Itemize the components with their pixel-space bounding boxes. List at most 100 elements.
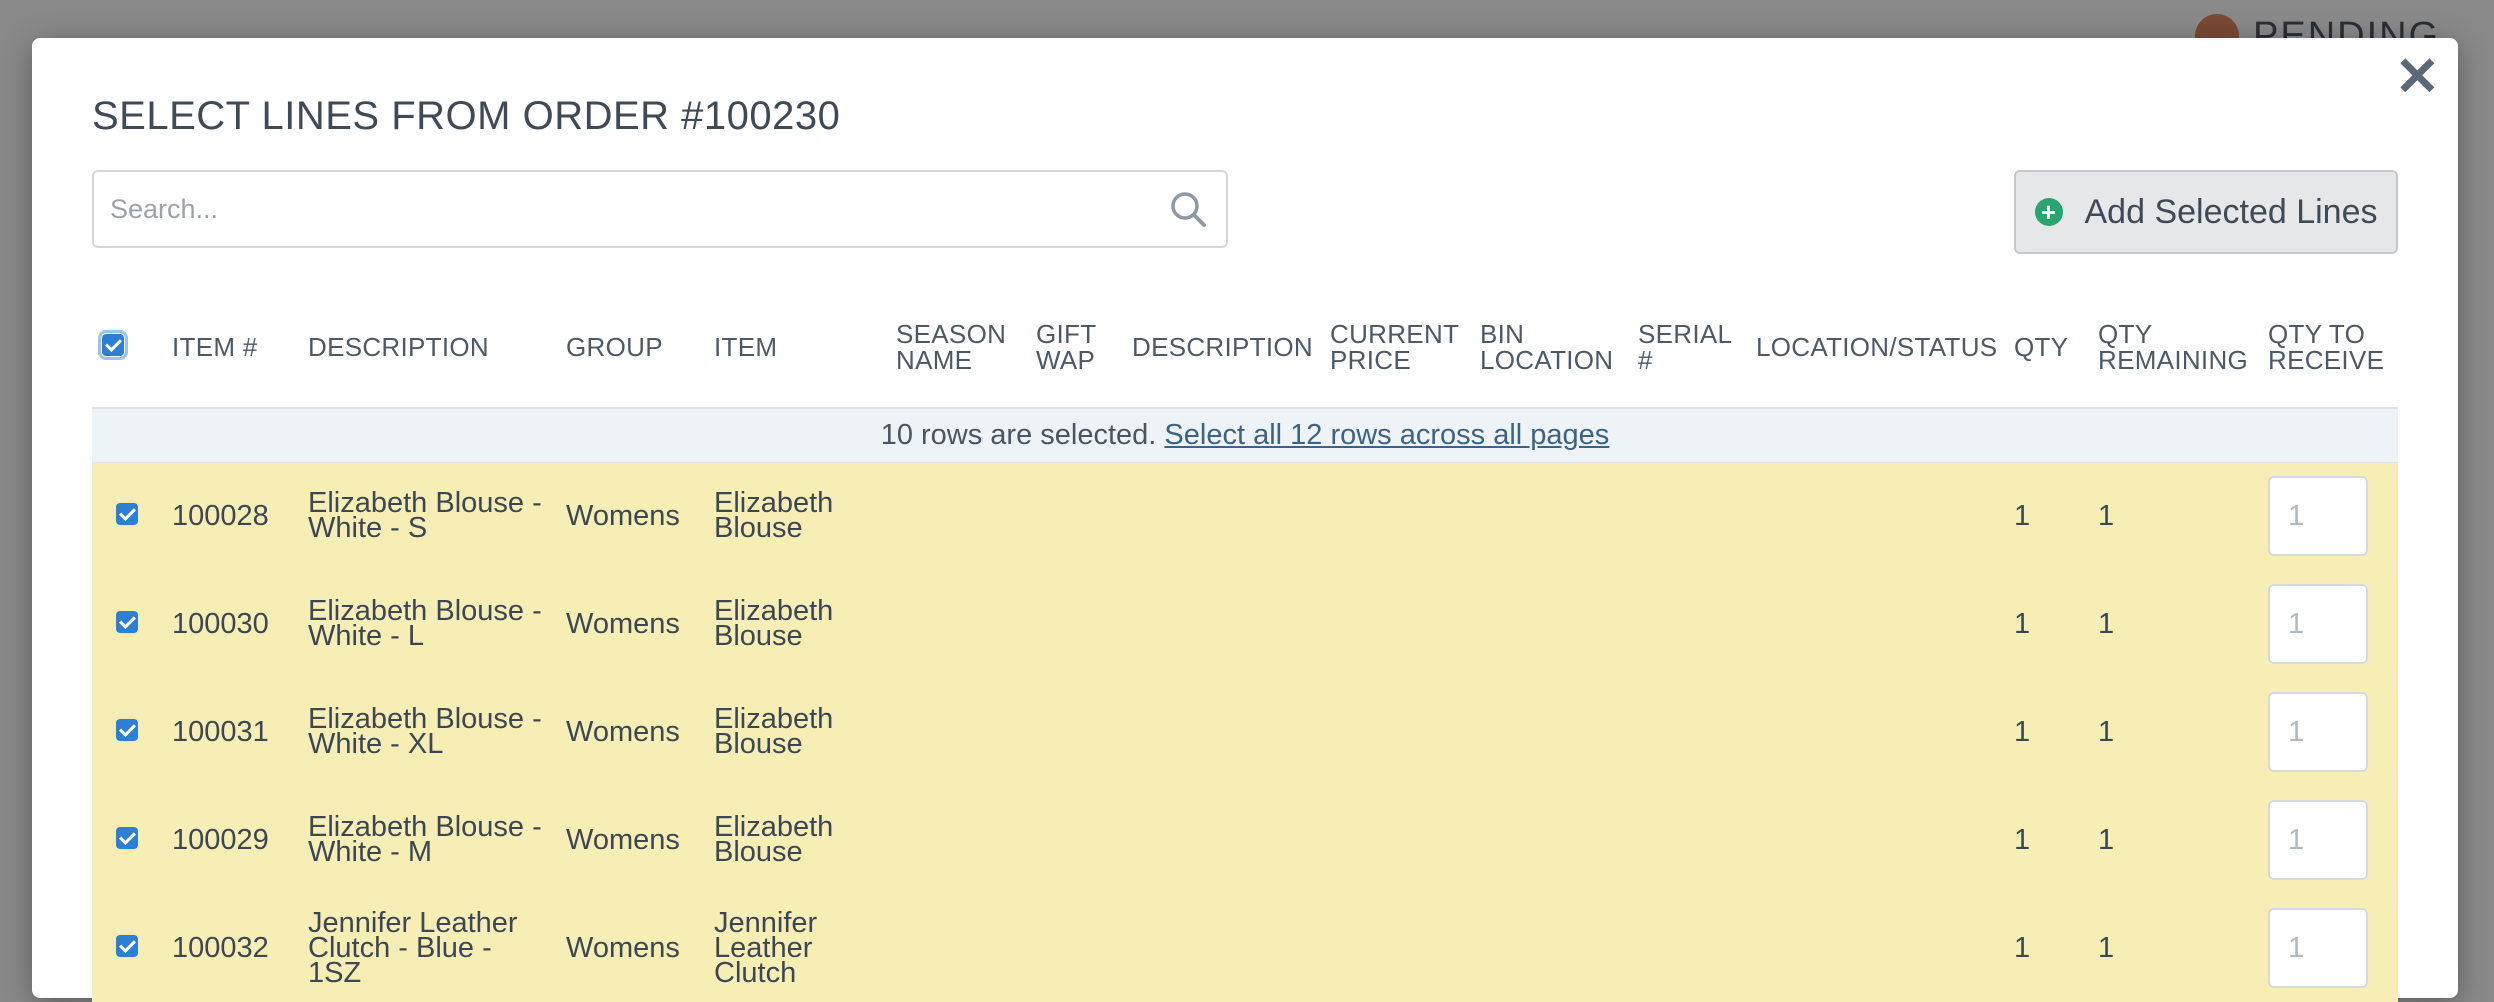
gift-wap-cell [1026,462,1122,570]
search-icon[interactable] [1166,187,1210,231]
add-selected-lines-button[interactable]: + Add Selected Lines [2014,170,2398,254]
season-name-cell [886,894,1026,1002]
description-cell: Elizabeth Blouse - White - M [298,786,556,894]
qty-to-receive-input[interactable] [2268,692,2368,772]
qty-cell: 1 [2004,786,2088,894]
col-header-season-name[interactable]: SEASON NAME [886,286,1026,409]
group-cell: Womens [556,570,704,678]
description-2-cell [1122,786,1320,894]
group-cell: Womens [556,678,704,786]
item-cell: Elizabeth Blouse [704,570,886,678]
search-input[interactable] [94,172,1166,246]
qty-to-receive-cell [2258,786,2398,894]
serial-cell [1628,894,1746,1002]
row-checkbox-cell [92,786,162,894]
description-2-cell [1122,894,1320,1002]
row-checkbox-cell [92,570,162,678]
selection-notice-text: 10 rows are selected. [880,418,1157,451]
location-status-cell [1746,570,2004,678]
col-header-item[interactable]: ITEM [704,286,886,409]
group-cell: Womens [556,786,704,894]
item-no-cell: 100030 [162,570,298,678]
serial-cell [1628,786,1746,894]
qty-to-receive-cell [2258,570,2398,678]
item-no-cell: 100029 [162,786,298,894]
table-row[interactable]: 100029 Elizabeth Blouse - White - M Wome… [92,786,2398,894]
table-row[interactable]: 100030 Elizabeth Blouse - White - L Wome… [92,570,2398,678]
col-header-description[interactable]: DESCRIPTION [298,286,556,409]
item-no-cell: 100032 [162,894,298,1002]
row-checkbox[interactable] [116,503,138,526]
qty-to-receive-cell [2258,894,2398,1002]
gift-wap-cell [1026,678,1122,786]
current-price-cell [1320,462,1470,570]
season-name-cell [886,462,1026,570]
select-all-checkbox[interactable] [98,329,128,360]
description-2-cell [1122,678,1320,786]
select-all-cell [92,286,162,409]
table-row[interactable]: 100031 Elizabeth Blouse - White - XL Wom… [92,678,2398,786]
item-cell: Elizabeth Blouse [704,678,886,786]
row-checkbox[interactable] [116,719,138,741]
table-row[interactable]: 100028 Elizabeth Blouse - White - S Wome… [92,462,2398,570]
item-cell: Elizabeth Blouse [704,786,886,894]
plus-circle-icon: + [2034,198,2063,226]
bin-location-cell [1470,570,1628,678]
item-no-cell: 100028 [162,462,298,570]
description-2-cell [1122,570,1320,678]
qty-remaining-cell: 1 [2088,894,2258,1002]
col-header-item-no[interactable]: ITEM # [162,286,298,409]
current-price-cell [1320,894,1470,1002]
col-header-serial[interactable]: SERIAL # [1628,286,1746,409]
bin-location-cell [1470,462,1628,570]
qty-cell: 1 [2004,678,2088,786]
location-status-cell [1746,678,2004,786]
item-no-cell: 100031 [162,678,298,786]
selection-notice-row: 10 rows are selected. Select all 12 rows… [92,408,2398,463]
group-cell: Womens [556,462,704,570]
qty-cell: 1 [2004,570,2088,678]
col-header-current-price[interactable]: CURRENT PRICE [1320,286,1470,409]
col-header-qty[interactable]: QTY [2004,286,2088,409]
qty-remaining-cell: 1 [2088,570,2258,678]
row-checkbox[interactable] [116,935,138,957]
qty-to-receive-input[interactable] [2268,584,2368,664]
description-cell: Elizabeth Blouse - White - L [298,570,556,678]
select-lines-modal: ✕ SELECT LINES FROM ORDER #100230 + Add … [32,38,2458,1002]
col-header-location-status[interactable]: LOCATION/STATUS [1746,286,2004,409]
table-header-row: ITEM # DESCRIPTION GROUP ITEM SEASON NAM… [92,286,2398,409]
col-header-description-2[interactable]: DESCRIPTION [1122,286,1320,409]
description-cell: Jennifer Leather Clutch - Blue - 1SZ [298,894,556,1002]
col-header-gift-wap[interactable]: GIFT WAP [1026,286,1122,409]
location-status-cell [1746,462,2004,570]
qty-to-receive-input[interactable] [2268,908,2368,988]
select-all-rows-link[interactable]: Select all 12 rows across all pages [1164,419,1609,451]
close-icon[interactable]: ✕ [2395,50,2440,104]
qty-cell: 1 [2004,462,2088,570]
col-header-bin-location[interactable]: BIN LOCATION [1470,286,1628,409]
col-header-group[interactable]: GROUP [556,286,704,409]
qty-remaining-cell: 1 [2088,786,2258,894]
add-selected-lines-label: Add Selected Lines [2084,192,2378,231]
season-name-cell [886,570,1026,678]
description-2-cell [1122,462,1320,570]
gift-wap-cell [1026,570,1122,678]
gift-wap-cell [1026,894,1122,1002]
qty-remaining-cell: 1 [2088,462,2258,570]
description-cell: Elizabeth Blouse - White - XL [298,678,556,786]
current-price-cell [1320,570,1470,678]
bin-location-cell [1470,894,1628,1002]
qty-to-receive-cell [2258,678,2398,786]
season-name-cell [886,786,1026,894]
table-row[interactable]: 100032 Jennifer Leather Clutch - Blue - … [92,894,2398,1002]
qty-to-receive-input[interactable] [2268,476,2368,557]
col-header-qty-remaining[interactable]: QTY REMAINING [2088,286,2258,409]
serial-cell [1628,462,1746,570]
row-checkbox[interactable] [116,827,138,849]
qty-to-receive-input[interactable] [2268,800,2368,880]
gift-wap-cell [1026,786,1122,894]
col-header-qty-to-receive[interactable]: QTY TO RECEIVE [2258,286,2398,409]
current-price-cell [1320,786,1470,894]
row-checkbox[interactable] [116,611,138,633]
item-cell: Elizabeth Blouse [704,462,886,570]
